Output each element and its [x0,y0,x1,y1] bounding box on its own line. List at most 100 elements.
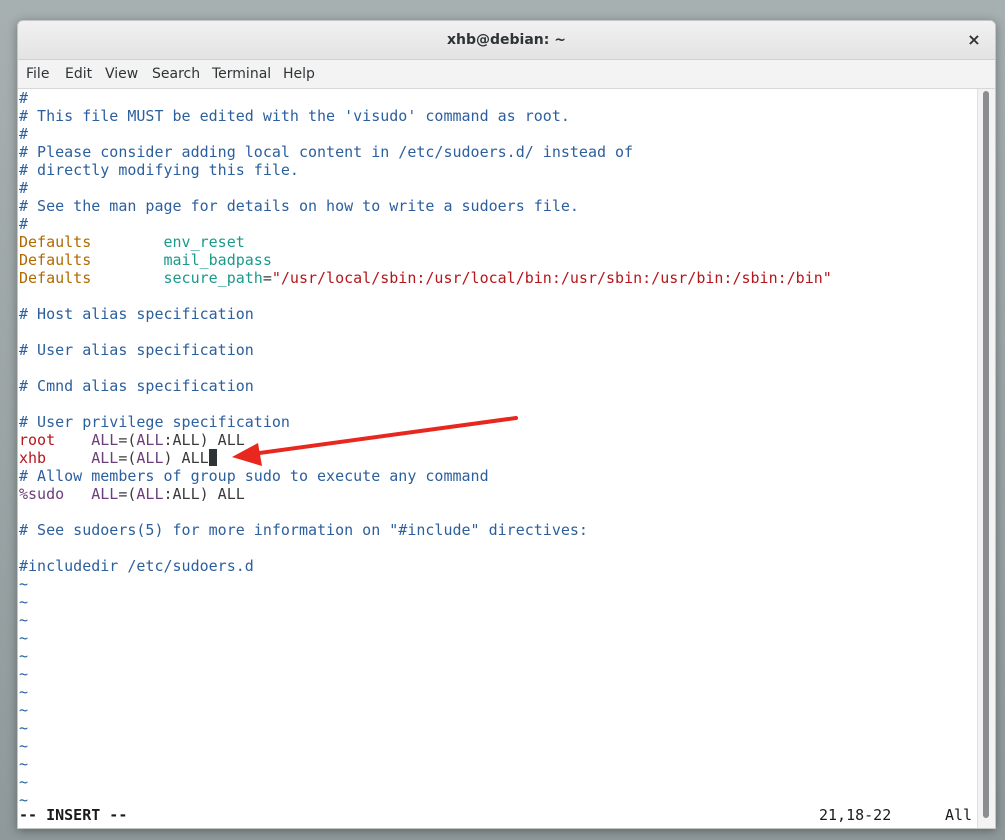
buffer-line: Defaults env_reset [19,233,245,251]
buffer-text: secure_path [163,269,263,287]
buffer-text: ) ALL [163,449,209,467]
menu-search[interactable]: Search [152,60,200,88]
buffer-line: ~ [19,719,28,737]
buffer-line: # Cmnd alias specification [19,377,254,395]
buffer-text [64,485,91,503]
buffer-line: xhb ALL=(ALL) ALL [19,449,217,467]
vim-mode-indicator: -- INSERT -- [19,806,128,824]
buffer-line: ~ [19,575,28,593]
buffer-text: =( [118,485,137,503]
buffer-text: # [19,179,29,197]
buffer-line: # [19,89,28,107]
cursor-position: 21,18-22 [819,806,892,824]
buffer-text: # [19,125,29,143]
buffer-line: # User alias specification [19,341,254,359]
buffer-line: # Host alias specification [19,305,254,323]
title-bar[interactable]: xhb@debian: ~ × [18,21,995,60]
buffer-line: ~ [19,593,28,611]
buffer-text: =( [118,449,137,467]
buffer-line: ~ [19,701,28,719]
buffer-line: ~ [19,755,28,773]
buffer-line: ~ [19,611,28,629]
buffer-line: # This file MUST be edited with the 'vis… [19,107,570,125]
vertical-scrollbar[interactable] [977,89,995,828]
buffer-line: # directly modifying this file. [19,161,299,179]
buffer-line: ~ [19,665,28,683]
buffer-text: :ALL) ALL [163,485,245,503]
buffer-text: ~ [19,719,29,737]
buffer-text: # Allow members of group sudo to execute… [19,467,489,485]
buffer-line: # [19,125,28,143]
buffer-text: # directly modifying this file. [19,161,299,179]
buffer-text: ALL [136,449,164,467]
buffer-line: # See sudoers(5) for more information on… [19,521,588,539]
menu-bar: File Edit View Search Terminal Help [18,60,995,89]
buffer-text: #includedir /etc/sudoers.d [19,557,254,575]
buffer-line: root ALL=(ALL:ALL) ALL [19,431,245,449]
text-cursor [208,449,217,466]
buffer-line: %sudo ALL=(ALL:ALL) ALL [19,485,245,503]
buffer-text: # [19,89,29,107]
buffer-text: Defaults [19,269,92,287]
buffer-text: env_reset [163,233,245,251]
buffer-text: root [19,431,56,449]
menu-help[interactable]: Help [283,60,315,88]
terminal-window: xhb@debian: ~ × File Edit View Search Te… [17,20,996,829]
vim-status-line: -- INSERT -- 21,18-22 All [19,806,977,824]
buffer-text: ALL [91,485,119,503]
buffer-text: %sudo [19,485,65,503]
buffer-text: = [262,269,272,287]
buffer-text [46,449,91,467]
buffer-line: Defaults mail_badpass [19,251,272,269]
buffer-text: ~ [19,629,29,647]
menu-file[interactable]: File [26,60,49,88]
buffer-text: ALL [91,449,119,467]
buffer-text: ALL [136,485,164,503]
buffer-line: # Allow members of group sudo to execute… [19,467,489,485]
window-title: xhb@debian: ~ [447,32,566,48]
buffer-text: "/usr/local/sbin:/usr/local/bin:/usr/sbi… [271,269,832,287]
buffer-text: ~ [19,701,29,719]
buffer-line: ~ [19,683,28,701]
terminal-text-area[interactable]: # # This file MUST be edited with the 'vi… [18,89,978,828]
menu-edit[interactable]: Edit [65,60,92,88]
buffer-line: ~ [19,737,28,755]
menu-terminal[interactable]: Terminal [212,60,271,88]
buffer-line: # See the man page for details on how to… [19,197,579,215]
buffer-text: ~ [19,611,29,629]
buffer-line: # [19,215,28,233]
buffer-text: ~ [19,665,29,683]
buffer-text: ~ [19,593,29,611]
buffer-text [91,233,163,251]
buffer-text: xhb [19,449,47,467]
buffer-text [91,269,163,287]
buffer-text: :ALL) ALL [163,431,245,449]
buffer-text: Defaults [19,251,92,269]
buffer-text: Defaults [19,233,92,251]
buffer-line: ~ [19,773,28,791]
scrollbar-thumb[interactable] [983,91,989,818]
buffer-text: ~ [19,575,29,593]
buffer-text: # See the man page for details on how to… [19,197,579,215]
buffer-text: # Cmnd alias specification [19,377,254,395]
buffer-text: ~ [19,647,29,665]
desktop: xhb@debian: ~ × File Edit View Search Te… [0,0,1005,840]
buffer-text: # [19,215,29,233]
buffer-line: #includedir /etc/sudoers.d [19,557,254,575]
buffer-text: # User alias specification [19,341,254,359]
buffer-text: ~ [19,773,29,791]
buffer-text: # Host alias specification [19,305,254,323]
buffer-text: ~ [19,737,29,755]
buffer-line: # User privilege specification [19,413,290,431]
buffer-text: # Please consider adding local content i… [19,143,634,161]
close-icon[interactable]: × [963,29,985,51]
buffer-text: ~ [19,683,29,701]
buffer-text: # User privilege specification [19,413,290,431]
buffer-text [91,251,163,269]
buffer-text: mail_badpass [163,251,272,269]
buffer-text: ALL [136,431,164,449]
buffer-line: ~ [19,647,28,665]
buffer-line: Defaults secure_path="/usr/local/sbin:/u… [19,269,832,287]
buffer-text: # See sudoers(5) for more information on… [19,521,588,539]
menu-view[interactable]: View [105,60,138,88]
